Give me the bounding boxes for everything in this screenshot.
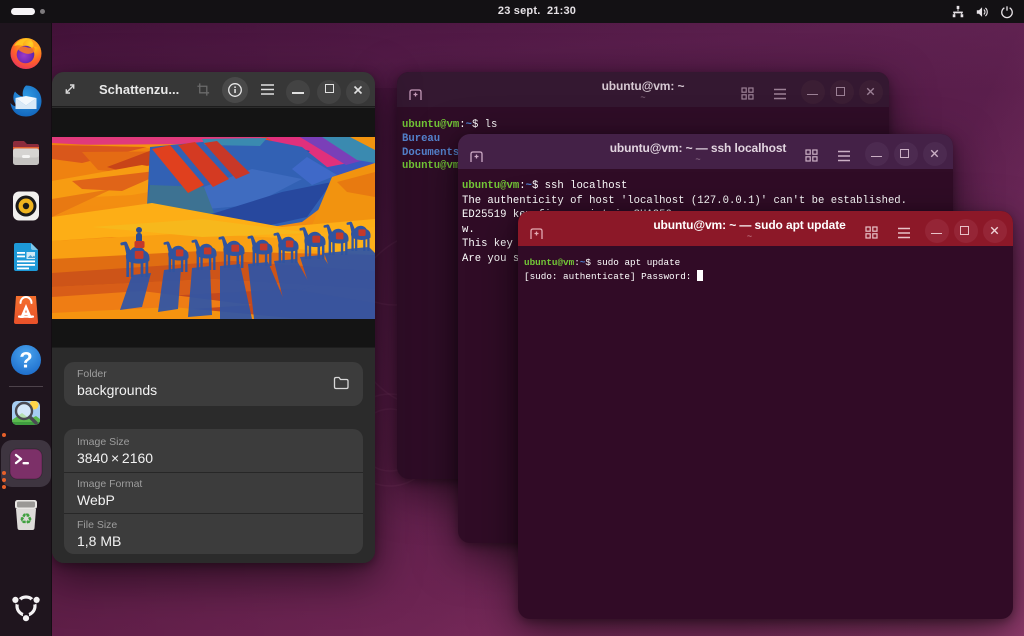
svg-text:?: ? <box>19 347 32 372</box>
svg-text:♻: ♻ <box>19 511 32 528</box>
